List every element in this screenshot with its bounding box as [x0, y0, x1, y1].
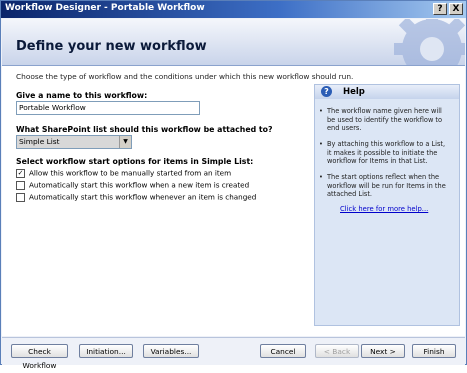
list-select[interactable]: Simple List ▼ — [16, 135, 132, 149]
window-title: Workflow Designer - Portable Workflow — [5, 3, 205, 13]
workflow-designer-window: Workflow Designer - Portable Workflow ? … — [0, 0, 467, 370]
list-select-value: Simple List — [19, 137, 60, 146]
finish-button[interactable]: Finish — [412, 344, 456, 358]
bullet-icon: • — [319, 140, 323, 148]
help-button[interactable]: ? — [433, 3, 447, 15]
option-manual-start[interactable]: ✓ Allow this workflow to be manually star… — [16, 168, 231, 178]
page-title: Define your new workflow — [16, 39, 207, 54]
wizard-content: Choose the type of workflow and the cond… — [2, 66, 465, 336]
help-pane: ? Help • The workflow name given here wil… — [314, 84, 460, 326]
checkbox-start-on-change[interactable] — [16, 192, 25, 202]
option-label: Allow this workflow to be manually start… — [29, 168, 232, 178]
checkbox-manual-start[interactable]: ✓ — [16, 168, 25, 178]
variables-button[interactable]: Variables... — [143, 344, 199, 358]
workflow-name-input[interactable]: Portable Workflow — [16, 101, 200, 115]
help-bullet: • The start options reflect when the work… — [319, 173, 446, 199]
help-question-icon: ? — [321, 86, 332, 97]
option-start-on-change[interactable]: Automatically start this workflow whenev… — [16, 192, 256, 202]
help-bullet: • The workflow name given here will be us… — [319, 107, 443, 133]
name-label: Give a name to this workflow: — [16, 91, 148, 100]
wizard-header: Define your new workflow — [2, 19, 465, 66]
dropdown-arrow-icon[interactable]: ▼ — [119, 136, 131, 148]
option-label: Automatically start this workflow whenev… — [29, 192, 257, 202]
cancel-button[interactable]: Cancel — [260, 344, 306, 358]
initiation-button[interactable]: Initiation... — [79, 344, 133, 358]
option-start-on-create[interactable]: Automatically start this workflow when a… — [16, 180, 249, 190]
gear-icon — [394, 19, 465, 65]
help-title: Help — [343, 87, 365, 97]
list-label: What SharePoint list should this workflo… — [16, 125, 273, 134]
help-bullet: • By attaching this workflow to a List, i… — [319, 140, 446, 166]
close-button[interactable]: X — [449, 3, 463, 15]
intro-text: Choose the type of workflow and the cond… — [16, 72, 354, 81]
checkbox-start-on-create[interactable] — [16, 180, 25, 190]
option-label: Automatically start this workflow when a… — [29, 180, 250, 190]
wizard-footer: Check Workflow Initiation... Variables..… — [2, 337, 465, 370]
bullet-icon: • — [319, 107, 323, 115]
next-button[interactable]: Next > — [361, 344, 405, 358]
bullet-icon: • — [319, 173, 323, 181]
check-workflow-button[interactable]: Check Workflow — [11, 344, 68, 370]
title-bar[interactable]: Workflow Designer - Portable Workflow ? … — [1, 1, 466, 18]
help-header: ? Help — [315, 85, 459, 99]
back-button[interactable]: < Back — [315, 344, 359, 358]
more-help-link[interactable]: Click here for more help... — [340, 205, 428, 213]
start-options-label: Select workflow start options for items … — [16, 157, 254, 166]
